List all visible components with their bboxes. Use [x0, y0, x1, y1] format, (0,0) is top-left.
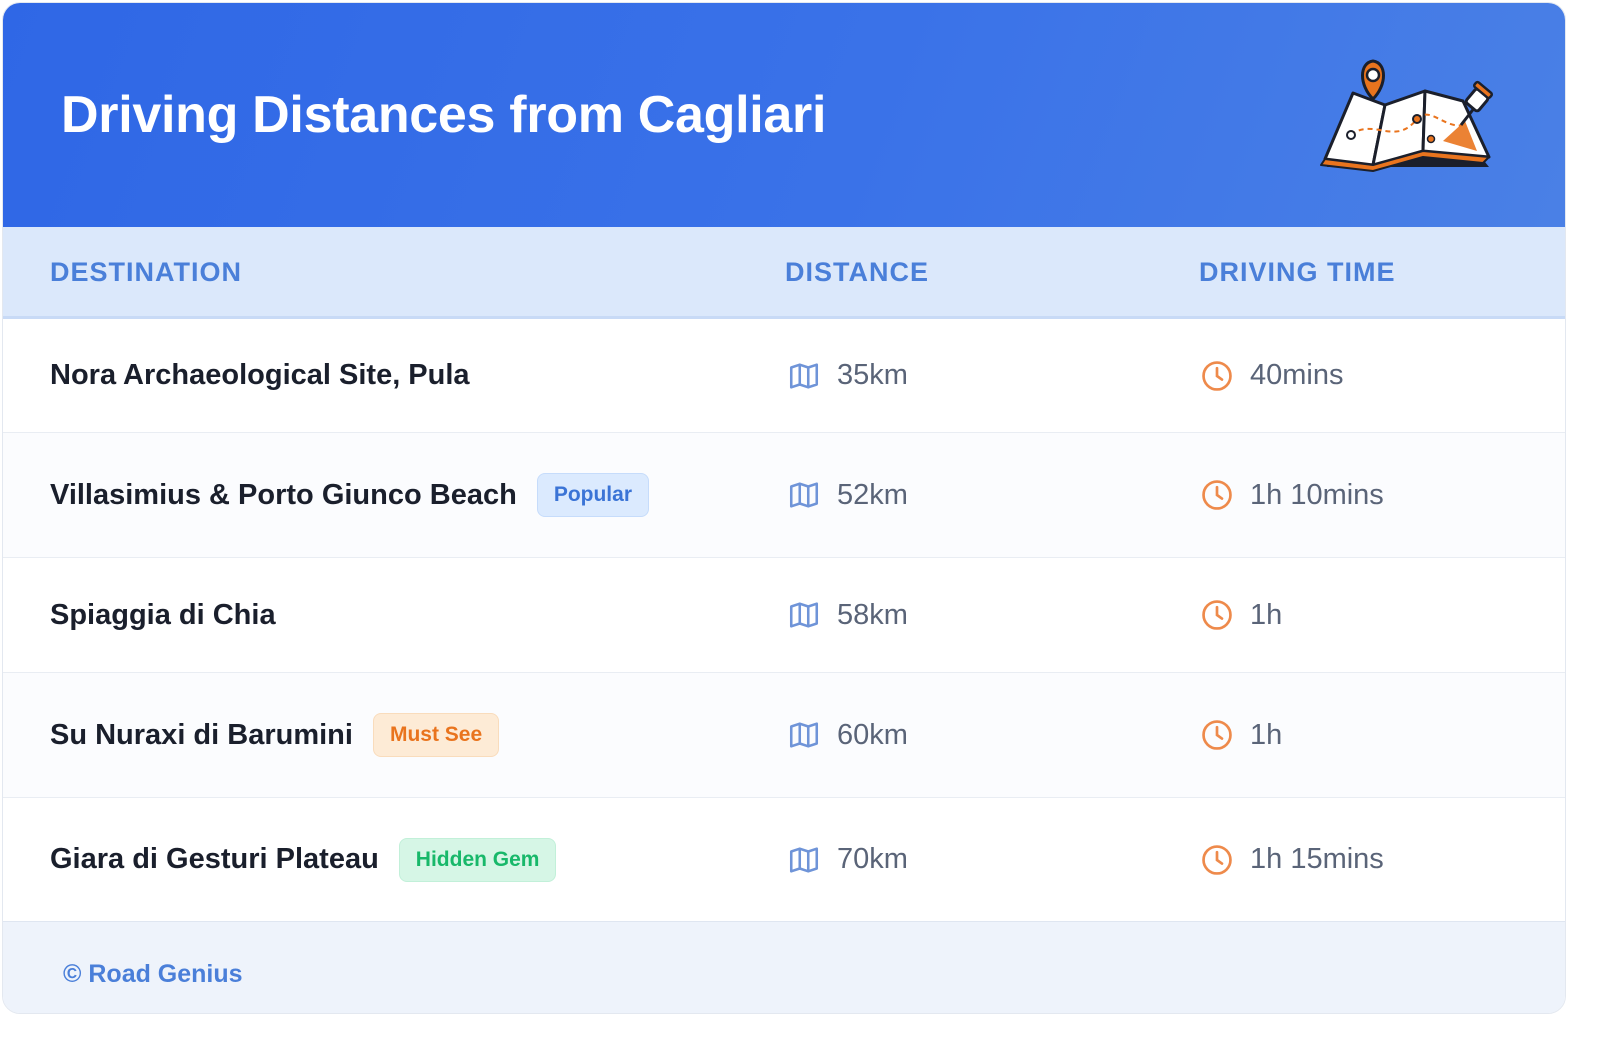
- table-row: Giara di Gesturi Plateau Hidden Gem 70km…: [3, 798, 1565, 921]
- clock-icon: [1202, 600, 1232, 630]
- distance-cell: 52km: [787, 433, 908, 557]
- popular-badge: Popular: [536, 473, 649, 517]
- distance-cell: 70km: [787, 798, 908, 921]
- map-icon: [789, 846, 819, 873]
- table-row: Nora Archaeological Site, Pula 35km 40mi…: [3, 319, 1565, 433]
- destination-name: Giara di Gesturi Plateau: [50, 843, 379, 875]
- map-icon: [789, 482, 819, 508]
- time-value: 1h 10mins: [1250, 478, 1384, 511]
- distance-value: 35km: [837, 359, 908, 391]
- must-see-badge: Must See: [372, 713, 500, 757]
- distance-value: 60km: [837, 718, 908, 751]
- card-footer: © Road Genius: [3, 921, 1565, 1013]
- footer-credit: © Road Genius: [63, 960, 243, 988]
- hidden-gem-badge: Hidden Gem: [398, 837, 557, 882]
- distance-cell: 35km: [787, 319, 908, 432]
- time-value: 1h: [1250, 718, 1283, 751]
- time-value: 40mins: [1250, 359, 1344, 391]
- time-cell: 40mins: [1200, 319, 1344, 432]
- distance-value: 70km: [837, 843, 908, 875]
- folded-map-with-pins-icon: [1320, 59, 1494, 172]
- column-header-driving-time: DRIVING TIME: [1199, 257, 1396, 287]
- page-title: Driving Distances from Cagliari: [61, 86, 827, 144]
- column-header-destination: DESTINATION: [50, 257, 242, 287]
- time-cell: 1h 15mins: [1200, 798, 1384, 921]
- clock-icon: [1202, 844, 1232, 875]
- time-cell: 1h 10mins: [1200, 433, 1384, 557]
- map-icon: [789, 722, 819, 748]
- clock-icon: [1202, 360, 1232, 391]
- time-cell: 1h: [1200, 673, 1282, 797]
- map-icon: [789, 602, 819, 628]
- card-header: Driving Distances from Cagliari: [3, 3, 1565, 227]
- table-row: Su Nuraxi di Barumini Must See 60km 1h: [3, 673, 1565, 798]
- table-row: Villasimius & Porto Giunco Beach Popular…: [3, 433, 1565, 558]
- table-header: DESTINATION DISTANCE DRIVING TIME: [3, 227, 1565, 319]
- distance-cell: 58km: [787, 558, 908, 672]
- time-value: 1h 15mins: [1250, 843, 1384, 875]
- clock-icon: [1202, 720, 1232, 750]
- destination-name: Villasimius & Porto Giunco Beach: [50, 478, 517, 511]
- map-icon: [789, 362, 819, 389]
- time-value: 1h: [1250, 598, 1283, 631]
- destination-name: Su Nuraxi di Barumini: [50, 718, 353, 751]
- column-header-distance: DISTANCE: [785, 257, 930, 287]
- distance-value: 58km: [837, 598, 908, 631]
- table-row: Spiaggia di Chia 58km 1h: [3, 558, 1565, 673]
- distance-cell: 60km: [787, 673, 908, 797]
- destination-name: Nora Archaeological Site, Pula: [50, 359, 470, 391]
- destination-name: Spiaggia di Chia: [50, 598, 276, 631]
- distance-value: 52km: [837, 478, 908, 511]
- distance-card: Driving Distances from Cagliari DESTINAT…: [2, 2, 1566, 1014]
- time-cell: 1h: [1200, 558, 1282, 672]
- clock-icon: [1202, 480, 1232, 510]
